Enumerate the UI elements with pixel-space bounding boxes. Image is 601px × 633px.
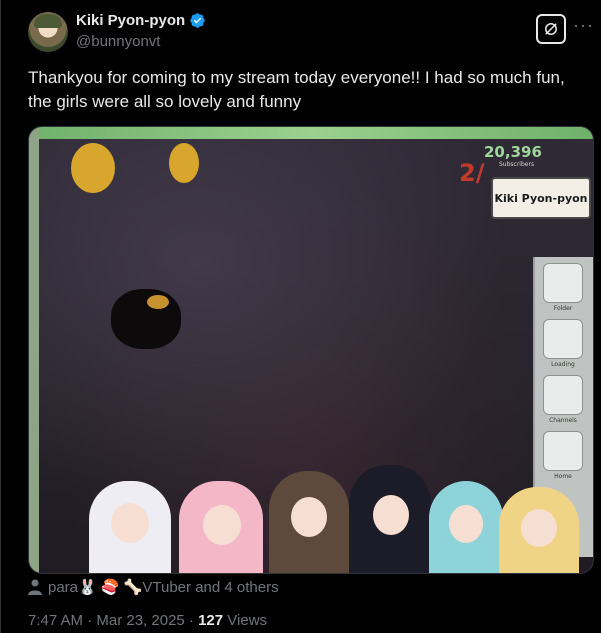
tweet-timestamp[interactable]: 7:47 AM · Mar 23, 2025 · <box>28 612 198 629</box>
vtuber-avatar-1 <box>89 481 171 573</box>
tweet-meta: 7:47 AM · Mar 23, 2025 · 127 Views <box>28 612 267 629</box>
goal-mark: 2/ <box>459 159 485 187</box>
vtuber-avatar-6 <box>499 487 579 573</box>
vtuber-avatar-4 <box>349 465 431 573</box>
avatar[interactable] <box>28 12 68 52</box>
stream-frame-top <box>29 127 593 139</box>
vtuber-face <box>449 505 483 543</box>
stream-frame-left <box>29 127 39 573</box>
loading-icon <box>543 319 583 359</box>
grok-button[interactable] <box>536 14 566 44</box>
author-display-name[interactable]: Kiki Pyon-pyon <box>76 12 185 29</box>
tweet-media-image[interactable]: 2/ 20,396 Subscribers Kiki Pyon-pyon Fol… <box>28 126 594 574</box>
creature-mouth-glow <box>147 295 169 309</box>
sidebar-label-home: Home <box>554 473 572 480</box>
grok-icon <box>545 23 557 35</box>
views-label: Views <box>223 612 268 629</box>
subscriber-count: 20,396 <box>484 143 542 161</box>
person-icon <box>28 579 42 595</box>
author-name-row[interactable]: Kiki Pyon-pyon <box>76 12 206 29</box>
tagged-users[interactable]: para🐰 🍣 🦴VTuber and 4 others <box>28 578 279 596</box>
carrot-icon <box>543 375 583 415</box>
tagged-users-text[interactable]: para🐰 🍣 🦴VTuber and 4 others <box>48 578 279 596</box>
vtuber-face <box>203 505 241 545</box>
tweet-text: Thankyou for coming to my stream today e… <box>28 68 565 111</box>
creature-eye-right <box>169 143 199 183</box>
sidebar-label-loading: Loading <box>551 361 575 368</box>
folder-icon <box>543 263 583 303</box>
verified-badge-icon <box>190 13 205 28</box>
vtuber-face <box>521 509 557 547</box>
sidebar-label-channels: Channels <box>549 417 577 424</box>
channel-logo: Kiki Pyon-pyon <box>491 177 591 219</box>
vtuber-avatar-2 <box>179 481 263 573</box>
creature-mouth <box>111 289 181 349</box>
views-count: 127 <box>198 612 224 629</box>
left-divider <box>0 0 1 633</box>
sidebar-label-folder: Folder <box>553 305 573 312</box>
creature-eye-left <box>71 143 115 193</box>
vtuber-avatar-5 <box>429 481 503 573</box>
more-options-icon[interactable]: ··· <box>573 15 594 36</box>
clover-icon <box>543 431 583 471</box>
vtuber-avatar-3 <box>269 471 349 573</box>
vtuber-face <box>373 495 409 535</box>
vtuber-face <box>111 503 149 543</box>
author-handle[interactable]: @bunnyonvt <box>76 33 160 50</box>
subscriber-label: Subscribers <box>499 161 535 168</box>
vtuber-face <box>291 497 327 537</box>
